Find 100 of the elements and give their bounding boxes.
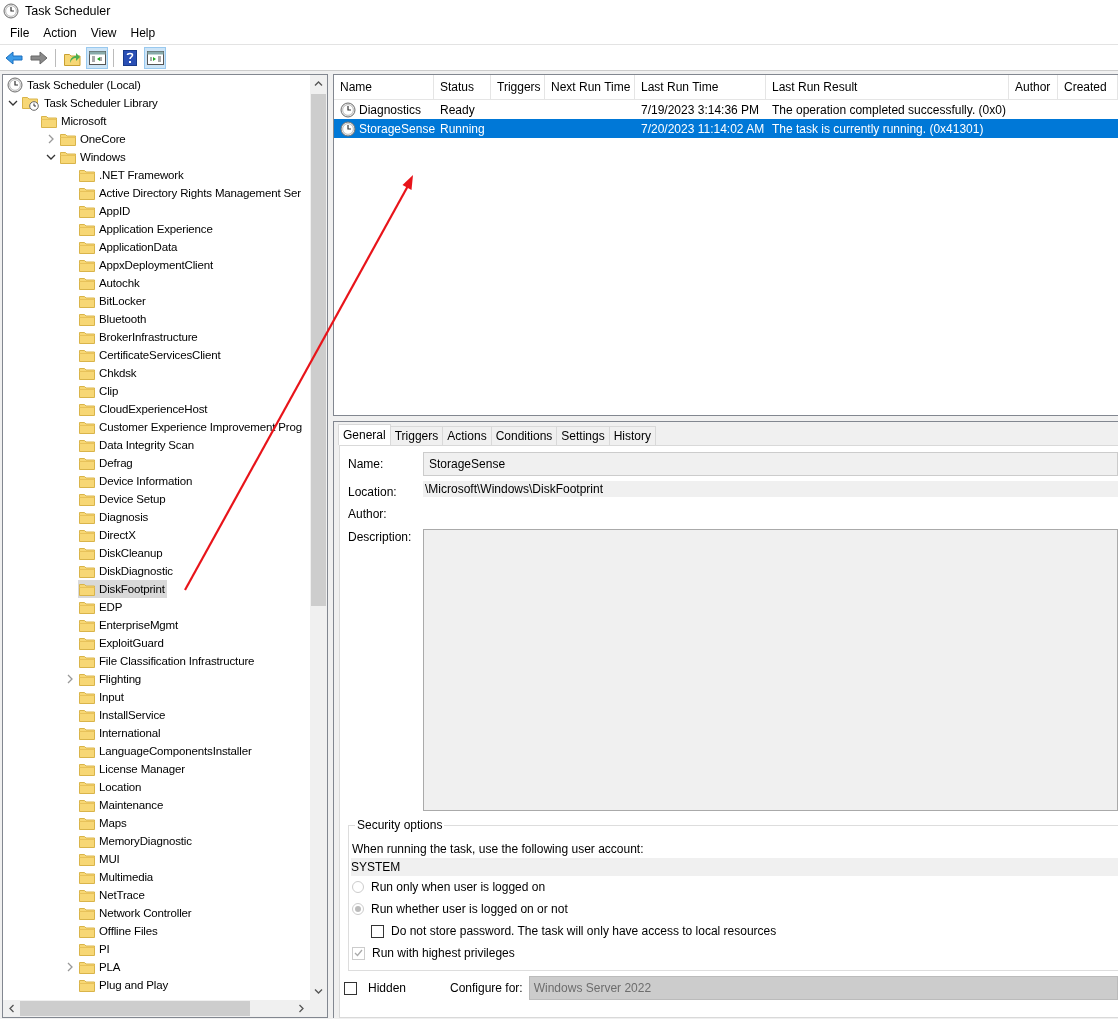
tree-item[interactable]: Maintenance	[78, 796, 166, 814]
tree-item[interactable]: AppxDeploymentClient	[78, 256, 215, 274]
tree-item[interactable]: BitLocker	[78, 292, 148, 310]
collapse-chevron-icon[interactable]	[8, 100, 18, 106]
tab[interactable]: Triggers	[389, 426, 444, 445]
tree-item[interactable]: DiskCleanup	[78, 544, 165, 562]
scroll-up-icon[interactable]	[314, 81, 323, 86]
location-field[interactable]: \Microsoft\Windows\DiskFootprint	[423, 481, 1118, 497]
tree-item[interactable]: Chkdsk	[78, 364, 139, 382]
tab[interactable]: History	[608, 426, 657, 445]
tree-item[interactable]: Windows	[59, 148, 128, 166]
tree-item[interactable]: Bluetooth	[78, 310, 149, 328]
option-label: Run with highest privileges	[372, 946, 515, 960]
tree-item[interactable]: EDP	[78, 598, 125, 616]
tree-item[interactable]: International	[78, 724, 163, 742]
toolbar-button[interactable]	[144, 46, 166, 69]
tree-item[interactable]: Flighting	[78, 670, 144, 688]
tree-item[interactable]: LanguageComponentsInstaller	[78, 742, 254, 760]
tree-item[interactable]: PI	[78, 940, 112, 958]
column-header[interactable]: Name	[334, 75, 434, 99]
task-name: Diagnostics	[359, 102, 422, 117]
scroll-left-icon[interactable]	[9, 1004, 14, 1013]
tree-item[interactable]: Clip	[78, 382, 121, 400]
tree-item[interactable]: MemoryDiagnostic	[78, 832, 194, 850]
folder-icon	[79, 330, 95, 344]
tree-item[interactable]: DirectX	[78, 526, 138, 544]
tree-item[interactable]: Network Controller	[78, 904, 194, 922]
expand-chevron-icon[interactable]	[48, 134, 54, 144]
tree-item[interactable]: BrokerInfrastructure	[78, 328, 200, 346]
name-field[interactable]: StorageSense	[423, 452, 1118, 476]
tree-item[interactable]: CloudExperienceHost	[78, 400, 210, 418]
tree-item[interactable]: EnterpriseMgmt	[78, 616, 181, 634]
checkbox[interactable]	[344, 981, 357, 995]
tree-item[interactable]: Input	[78, 688, 126, 706]
column-header[interactable]: Status	[434, 75, 491, 99]
task-row[interactable]: Diagnostics Ready 7/19/2023 3:14:36 PM The operation completed successfully. (0x0)	[334, 100, 1118, 119]
collapse-chevron-icon[interactable]	[46, 154, 56, 160]
expand-chevron-icon[interactable]	[67, 674, 73, 684]
tree-item[interactable]: Active Directory Rights Management Ser	[78, 184, 304, 202]
task-row[interactable]: StorageSense Running 7/20/2023 11:14:02 AM The task is currently running. (0x41301)	[334, 119, 1118, 138]
vertical-scrollbar[interactable]	[310, 75, 327, 1000]
column-header[interactable]: Last Run Time	[635, 75, 766, 99]
tree-item[interactable]: File Classification Infrastructure	[78, 652, 257, 670]
tree-item[interactable]: MUI	[78, 850, 122, 868]
scroll-right-icon[interactable]	[299, 1004, 304, 1013]
toolbar-button[interactable]	[86, 46, 108, 69]
tree-item[interactable]: Application Experience	[78, 220, 215, 238]
tree-item[interactable]: .NET Framework	[78, 166, 186, 184]
menu-item[interactable]: Help	[123, 24, 163, 42]
table-cell-text: Running	[439, 120, 486, 138]
tree-item[interactable]: Autochk	[78, 274, 142, 292]
tree-item[interactable]: Diagnosis	[78, 508, 151, 526]
checkbox[interactable]	[371, 924, 384, 938]
tree-item[interactable]: Multimedia	[78, 868, 156, 886]
menu-item[interactable]: View	[83, 24, 124, 42]
tree-item[interactable]: NetTrace	[78, 886, 147, 904]
column-header[interactable]: Last Run Result	[766, 75, 1009, 99]
folder-icon	[79, 474, 95, 488]
folder-icon	[79, 276, 95, 290]
column-header[interactable]: Author	[1009, 75, 1058, 99]
column-header[interactable]: Triggers	[491, 75, 545, 99]
tree-item[interactable]: DiskFootprint	[78, 580, 167, 598]
tree-item[interactable]: Microsoft	[40, 112, 109, 130]
tree-item[interactable]: Offline Files	[78, 922, 160, 940]
tree-item[interactable]: Device Information	[78, 472, 195, 490]
horizontal-scrollbar[interactable]	[3, 1000, 327, 1017]
tree-item[interactable]: PLA	[78, 958, 123, 976]
tree-item[interactable]: Defrag	[78, 454, 135, 472]
tree-item[interactable]: ExploitGuard	[78, 634, 166, 652]
tree-item[interactable]: OneCore	[59, 130, 128, 148]
description-field[interactable]	[423, 529, 1118, 811]
scroll-down-icon[interactable]	[314, 989, 323, 994]
tree-item[interactable]: ApplicationData	[78, 238, 180, 256]
folder-icon	[79, 798, 95, 812]
menu-item[interactable]: Action	[36, 24, 84, 42]
folder-icon	[79, 564, 95, 578]
tree-item[interactable]: Task Scheduler Library	[21, 94, 160, 112]
option-label: Run whether user is logged on or not	[371, 902, 568, 916]
field-label: Author:	[348, 507, 388, 521]
folder-icon	[79, 618, 95, 632]
tree-item[interactable]: CertificateServicesClient	[78, 346, 223, 364]
tree-item[interactable]: AppID	[78, 202, 133, 220]
folder-icon	[79, 960, 95, 974]
folder-icon	[79, 510, 95, 524]
tree-item[interactable]: Device Setup	[78, 490, 168, 508]
tree-item[interactable]: Location	[78, 778, 144, 796]
tree-item[interactable]: Task Scheduler (Local)	[6, 76, 143, 94]
tree-item[interactable]: License Manager	[78, 760, 187, 778]
tree-item[interactable]: Maps	[78, 814, 129, 832]
column-header[interactable]: Next Run Time	[545, 75, 635, 99]
tab[interactable]: Settings	[556, 426, 610, 445]
folder-icon	[79, 888, 95, 902]
expand-chevron-icon[interactable]	[67, 962, 73, 972]
tree-item[interactable]: Data Integrity Scan	[78, 436, 196, 454]
tab[interactable]: General	[338, 424, 391, 445]
menu-item[interactable]: File	[3, 24, 37, 42]
tree-item[interactable]: DiskDiagnostic	[78, 562, 175, 580]
tree-item[interactable]: InstallService	[78, 706, 168, 724]
tree-item[interactable]: Plug and Play	[78, 976, 170, 994]
column-header[interactable]: Created	[1058, 75, 1118, 99]
